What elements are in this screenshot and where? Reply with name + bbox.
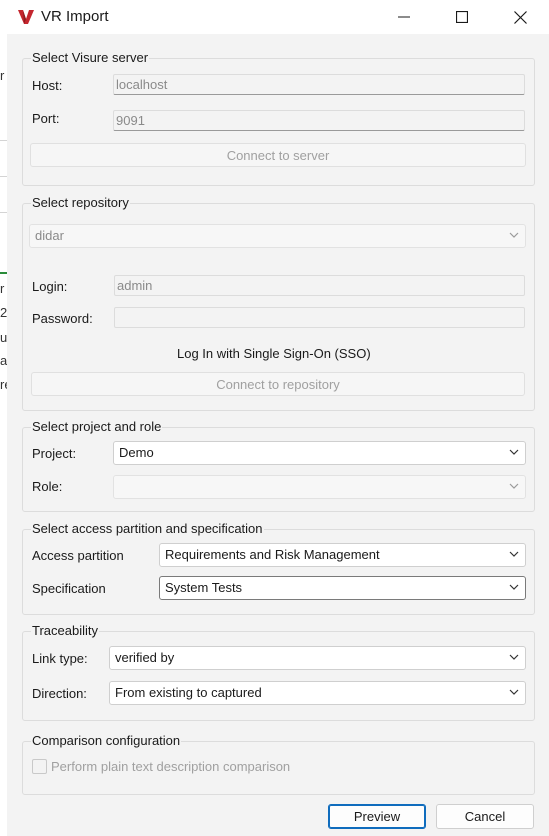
project-select-value: Demo xyxy=(119,445,154,460)
link-type-select[interactable]: verified by xyxy=(109,646,526,670)
link-type-value: verified by xyxy=(115,650,175,665)
access-partition-select[interactable]: Requirements and Risk Management xyxy=(159,543,526,567)
login-label: Login: xyxy=(32,279,68,294)
repository-select-value: didar xyxy=(35,228,64,243)
role-select[interactable] xyxy=(113,475,526,499)
project-group-legend: Select project and role xyxy=(31,419,163,434)
port-input[interactable]: 9091 xyxy=(113,110,525,131)
traceability-group xyxy=(22,631,535,721)
background-text: r xyxy=(0,281,5,296)
chevron-down-icon xyxy=(509,449,519,455)
project-group xyxy=(22,427,535,512)
background-gridline xyxy=(0,212,7,213)
direction-label: Direction: xyxy=(32,686,87,701)
window-title: VR Import xyxy=(41,8,109,25)
access-group-legend: Select access partition and specificatio… xyxy=(31,521,264,536)
minimize-icon xyxy=(398,16,410,18)
chevron-down-icon xyxy=(509,551,519,557)
link-type-label: Link type: xyxy=(32,651,88,666)
chevron-down-icon xyxy=(509,584,519,590)
traceability-group-legend: Traceability xyxy=(31,623,99,638)
maximize-icon xyxy=(456,11,468,23)
minimize-button[interactable] xyxy=(375,0,433,34)
sso-login-link[interactable]: Log In with Single Sign-On (SSO) xyxy=(177,346,371,361)
plain-text-comparison-label: Perform plain text description compariso… xyxy=(51,759,291,774)
plain-text-comparison-checkbox[interactable] xyxy=(32,759,47,774)
connect-to-server-button[interactable]: Connect to server xyxy=(30,143,526,167)
comparison-group-legend: Comparison configuration xyxy=(31,733,182,748)
chevron-down-icon xyxy=(509,689,519,695)
specification-value: System Tests xyxy=(165,580,243,595)
close-icon xyxy=(513,10,527,24)
chevron-down-icon xyxy=(509,483,519,489)
project-label: Project: xyxy=(32,446,77,461)
background-gridline xyxy=(0,176,7,177)
server-group-legend: Select Visure server xyxy=(31,50,150,65)
preview-button[interactable]: Preview xyxy=(328,804,426,829)
password-input[interactable] xyxy=(114,307,525,328)
vr-import-dialog: VR Import Select Visure server Host: loc… xyxy=(7,0,549,836)
title-bar: VR Import xyxy=(7,0,549,34)
repository-group-legend: Select repository xyxy=(31,195,130,210)
specification-label: Specification xyxy=(32,581,106,596)
background-gridline xyxy=(0,140,7,141)
cancel-button[interactable]: Cancel xyxy=(436,804,534,829)
chevron-down-icon xyxy=(509,232,519,238)
access-group xyxy=(22,529,535,615)
access-partition-label: Access partition xyxy=(32,548,124,563)
chevron-down-icon xyxy=(509,654,519,660)
host-input[interactable]: localhost xyxy=(113,74,525,95)
specification-select[interactable]: System Tests xyxy=(159,576,526,600)
login-input[interactable]: admin xyxy=(114,275,525,296)
close-button[interactable] xyxy=(491,0,549,34)
host-label: Host: xyxy=(32,78,63,93)
access-partition-value: Requirements and Risk Management xyxy=(165,547,380,562)
background-text: r xyxy=(0,68,5,83)
maximize-button[interactable] xyxy=(433,0,491,34)
role-label: Role: xyxy=(32,479,63,494)
visure-app-icon xyxy=(18,10,34,24)
direction-value: From existing to captured xyxy=(115,685,262,700)
direction-select[interactable]: From existing to captured xyxy=(109,681,526,705)
project-select[interactable]: Demo xyxy=(113,441,526,465)
background-accent-line xyxy=(0,272,7,274)
password-label: Password: xyxy=(32,311,93,326)
connect-to-repository-button[interactable]: Connect to repository xyxy=(31,372,525,396)
repository-select[interactable]: didar xyxy=(29,224,526,248)
port-label: Port: xyxy=(32,111,60,126)
